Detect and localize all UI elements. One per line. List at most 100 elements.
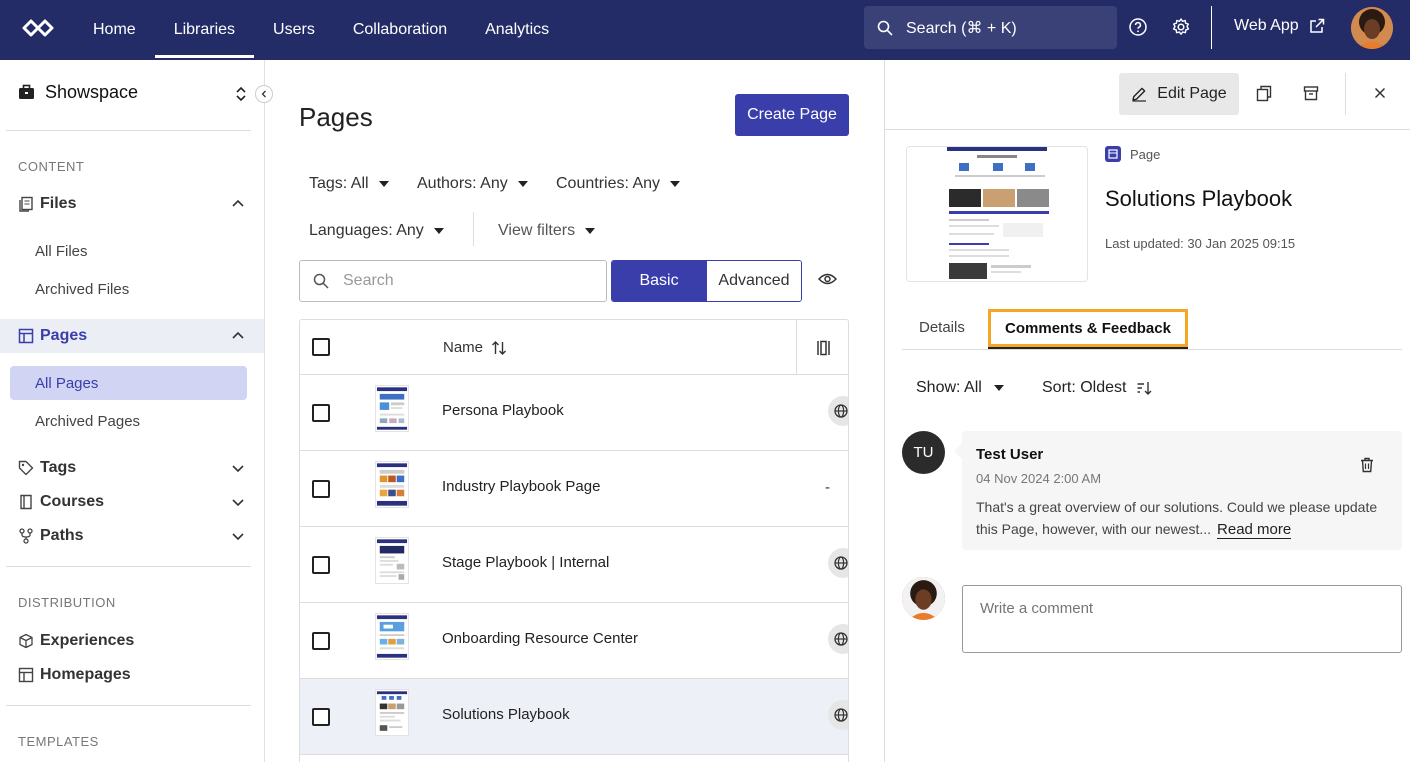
name-column-label: Name bbox=[443, 339, 484, 356]
sidebar-item-experiences[interactable]: Experiences bbox=[18, 632, 134, 650]
sidebar-item-archived-files[interactable]: Archived Files bbox=[35, 281, 129, 298]
basic-search-button[interactable]: Basic bbox=[612, 261, 706, 301]
user-avatar[interactable] bbox=[1351, 7, 1393, 49]
columns-icon bbox=[817, 340, 830, 355]
sidebar-item-files[interactable]: Files bbox=[18, 195, 76, 213]
nav-users[interactable]: Users bbox=[254, 0, 334, 60]
layout-icon bbox=[18, 667, 34, 683]
sidebar-item-archived-pages[interactable]: Archived Pages bbox=[35, 413, 140, 430]
view-filters-dropdown[interactable]: View filters bbox=[498, 222, 596, 240]
panel-page-title: Solutions Playbook bbox=[1105, 186, 1293, 211]
countries-filter[interactable]: Countries: Any bbox=[556, 175, 681, 193]
table-row[interactable]: Persona Playbook bbox=[300, 375, 848, 451]
row-page-name[interactable]: Persona Playbook bbox=[442, 402, 564, 419]
sidebar-item-homepages[interactable]: Homepages bbox=[18, 666, 131, 684]
pages-search-input[interactable]: Search bbox=[299, 260, 607, 302]
globe-icon[interactable] bbox=[828, 548, 848, 578]
tab-comments-feedback[interactable]: Comments & Feedback bbox=[988, 309, 1188, 347]
web-app-label: Web App bbox=[1234, 17, 1299, 34]
last-updated: Last updated: 30 Jan 2025 09:15 bbox=[1105, 236, 1296, 251]
global-search[interactable]: Search (⌘ + K) bbox=[864, 6, 1117, 49]
table-row[interactable]: Industry Playbook Page - bbox=[300, 451, 848, 527]
show-filter-dropdown[interactable]: Show: All bbox=[916, 379, 1004, 397]
row-checkbox[interactable] bbox=[312, 708, 330, 726]
sidebar-item-paths[interactable]: Paths bbox=[18, 527, 84, 545]
show-filter-label: Show: All bbox=[916, 379, 982, 396]
caret-down-icon bbox=[585, 228, 596, 234]
nav-collaboration[interactable]: Collaboration bbox=[334, 0, 466, 60]
settings-gear-icon[interactable] bbox=[1171, 17, 1191, 37]
name-column-header[interactable]: Name bbox=[443, 339, 507, 356]
workspace-switcher[interactable]: Showspace bbox=[18, 82, 138, 103]
chevron-down-icon[interactable] bbox=[231, 464, 245, 473]
row-status: - bbox=[825, 479, 830, 496]
panel-tabs: Details Comments & Feedback bbox=[902, 309, 1402, 350]
globe-icon[interactable] bbox=[828, 396, 848, 426]
tags-filter-label: Tags: All bbox=[309, 175, 369, 192]
workspace-selector-icon[interactable] bbox=[235, 86, 247, 102]
nav-libraries[interactable]: Libraries bbox=[154, 0, 255, 60]
tags-filter[interactable]: Tags: All bbox=[309, 175, 389, 193]
row-page-name[interactable]: Industry Playbook Page bbox=[442, 478, 600, 495]
globe-icon[interactable] bbox=[828, 624, 848, 654]
web-app-link[interactable]: Web App bbox=[1234, 17, 1325, 35]
row-checkbox[interactable] bbox=[312, 480, 330, 498]
search-mode-toggle: Basic Advanced bbox=[611, 260, 802, 302]
row-page-name[interactable]: Stage Playbook | Internal bbox=[442, 554, 609, 571]
collapse-sidebar-button[interactable] bbox=[255, 85, 273, 103]
languages-filter[interactable]: Languages: Any bbox=[309, 222, 444, 240]
page-thumbnail bbox=[375, 689, 409, 736]
row-checkbox[interactable] bbox=[312, 632, 330, 650]
trash-icon[interactable] bbox=[1360, 457, 1374, 473]
row-checkbox[interactable] bbox=[312, 556, 330, 574]
logo-icon[interactable] bbox=[20, 17, 56, 39]
sort-label: Sort: Oldest bbox=[1042, 379, 1127, 396]
active-tab-indicator bbox=[988, 347, 1188, 349]
sort-dropdown[interactable]: Sort: Oldest bbox=[1042, 379, 1152, 397]
chevron-up-icon[interactable] bbox=[231, 199, 245, 208]
sidebar-item-courses[interactable]: Courses bbox=[18, 493, 104, 511]
advanced-search-button[interactable]: Advanced bbox=[706, 261, 801, 301]
topbar-divider bbox=[1211, 6, 1212, 49]
row-page-name[interactable]: Solutions Playbook bbox=[442, 706, 570, 723]
pages-icon bbox=[18, 328, 34, 344]
sidebar-item-all-files[interactable]: All Files bbox=[35, 243, 88, 260]
read-more-link[interactable]: Read more bbox=[1217, 521, 1292, 539]
chevron-down-icon[interactable] bbox=[231, 498, 245, 507]
globe-icon[interactable] bbox=[828, 700, 848, 730]
close-icon[interactable] bbox=[1374, 87, 1386, 99]
table-row-selected[interactable]: Solutions Playbook bbox=[300, 679, 848, 755]
comment-input[interactable] bbox=[962, 585, 1402, 653]
sidebar-item-tags[interactable]: Tags bbox=[18, 459, 76, 477]
sidebar-paths-label: Paths bbox=[40, 527, 84, 544]
edit-page-button[interactable]: Edit Page bbox=[1119, 73, 1239, 115]
page-title: Pages bbox=[299, 102, 373, 132]
row-checkbox[interactable] bbox=[312, 404, 330, 422]
nav-analytics[interactable]: Analytics bbox=[466, 0, 568, 60]
pages-list-area: Pages Create Page Tags: All Authors: Any… bbox=[265, 60, 884, 762]
authors-filter[interactable]: Authors: Any bbox=[417, 175, 528, 193]
tab-details[interactable]: Details bbox=[919, 319, 965, 336]
page-thumbnail bbox=[375, 613, 409, 660]
table-row[interactable]: Onboarding Resource Center bbox=[300, 603, 848, 679]
sidebar-item-all-pages[interactable]: All Pages bbox=[35, 375, 98, 392]
caret-down-icon bbox=[517, 181, 528, 187]
chevron-up-icon[interactable] bbox=[231, 331, 245, 340]
duplicate-icon[interactable] bbox=[1256, 85, 1272, 102]
help-icon[interactable] bbox=[1128, 17, 1148, 37]
page-thumbnail bbox=[375, 537, 409, 584]
create-page-button[interactable]: Create Page bbox=[735, 94, 849, 136]
chevron-down-icon[interactable] bbox=[231, 532, 245, 541]
nav-home[interactable]: Home bbox=[74, 0, 155, 60]
column-settings-button[interactable] bbox=[796, 320, 848, 375]
archive-icon[interactable] bbox=[1303, 85, 1319, 101]
languages-filter-label: Languages: Any bbox=[309, 222, 424, 239]
row-page-name[interactable]: Onboarding Resource Center bbox=[442, 630, 638, 647]
eye-icon[interactable] bbox=[818, 272, 837, 286]
select-all-checkbox[interactable] bbox=[312, 338, 330, 356]
table-row[interactable]: Stage Playbook | Internal bbox=[300, 527, 848, 603]
comment-body: That's a great overview of our solutions… bbox=[976, 499, 1378, 537]
sidebar-item-pages[interactable]: Pages bbox=[18, 327, 87, 345]
sidebar-divider bbox=[6, 130, 251, 131]
toolbar-divider bbox=[1345, 73, 1346, 115]
